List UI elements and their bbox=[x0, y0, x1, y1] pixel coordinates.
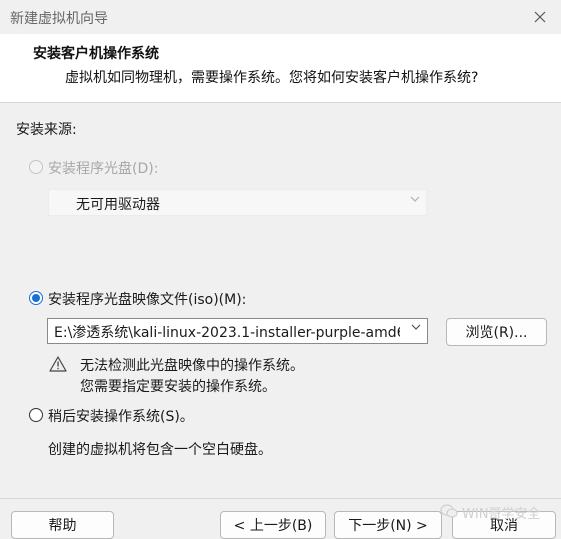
chevron-down-icon bbox=[410, 194, 420, 207]
warning-icon bbox=[49, 356, 67, 372]
title-bar: 新建虚拟机向导 bbox=[0, 0, 561, 34]
chevron-down-icon[interactable] bbox=[411, 322, 421, 335]
close-icon[interactable] bbox=[527, 4, 553, 30]
warning-text-line2: 您需要指定要安装的操作系统。 bbox=[80, 379, 276, 395]
radio-disc-label: 安装程序光盘(D): bbox=[48, 161, 159, 177]
disc-drive-select: 无可用驱动器 bbox=[48, 189, 427, 216]
warning-text-line1: 无法检测此光盘映像中的操作系统。 bbox=[80, 358, 304, 374]
window-title: 新建虚拟机向导 bbox=[10, 11, 108, 27]
footer-divider bbox=[0, 498, 561, 499]
watermark: WIN哥学安全 bbox=[440, 503, 540, 522]
next-button[interactable]: 下一步(N) > bbox=[334, 511, 442, 539]
browse-button[interactable]: 浏览(R)... bbox=[446, 318, 547, 346]
wizard-header: 安装客户机操作系统 虚拟机如同物理机，需要操作系统。您将如何安装客户机操作系统? bbox=[0, 34, 561, 103]
radio-iso-label[interactable]: 安装程序光盘映像文件(iso)(M): bbox=[48, 289, 246, 309]
radio-disc bbox=[29, 160, 43, 174]
back-button[interactable]: < 上一步(B) bbox=[220, 511, 326, 539]
radio-install-later[interactable] bbox=[29, 408, 43, 422]
install-later-description: 创建的虚拟机将包含一个空白硬盘。 bbox=[48, 442, 272, 458]
install-source-label: 安装来源: bbox=[16, 122, 77, 138]
wechat-icon bbox=[440, 503, 458, 522]
disc-drive-value: 无可用驱动器 bbox=[76, 197, 160, 213]
watermark-text: WIN哥学安全 bbox=[462, 507, 541, 522]
header-subtitle: 虚拟机如同物理机，需要操作系统。您将如何安装客户机操作系统? bbox=[65, 70, 479, 86]
radio-iso[interactable] bbox=[29, 291, 43, 305]
header-title: 安装客户机操作系统 bbox=[33, 46, 159, 62]
radio-install-later-label[interactable]: 稍后安装操作系统(S)。 bbox=[48, 406, 194, 426]
help-button[interactable]: 帮助 bbox=[11, 511, 114, 539]
iso-path-combobox[interactable]: E:\渗透系统\kali-linux-2023.1-installer-purp… bbox=[47, 318, 428, 344]
iso-path-value[interactable]: E:\渗透系统\kali-linux-2023.1-installer-purp… bbox=[54, 322, 400, 342]
